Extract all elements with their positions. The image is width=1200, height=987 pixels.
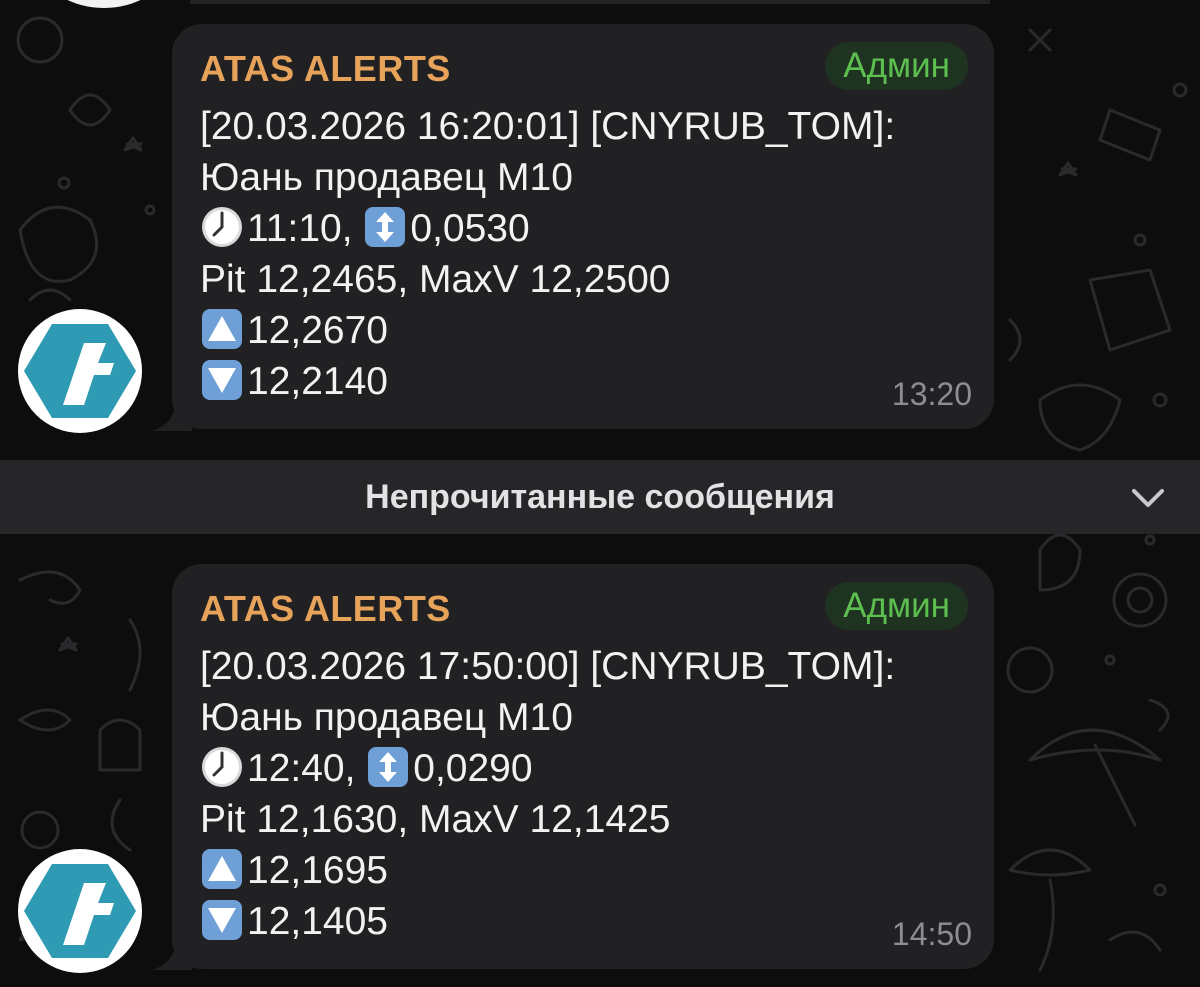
message-line-5: 12,1695 [200,846,388,896]
unread-label: Непрочитанные сообщения [365,478,835,516]
admin-badge: Админ [825,582,968,630]
message-bubble[interactable]: ATAS ALERTS Админ [20.03.2026 17:50:00] … [172,564,994,969]
clock-time: 12:40, [247,747,356,790]
message-line-1: [20.03.2026 17:50:00] [CNYRUB_TOM]: [200,645,896,688]
down-value: 12,2140 [247,360,388,403]
atas-logo-icon [24,324,136,418]
message-line-2: Юань продавец M10 [200,696,573,739]
sender-name[interactable]: ATAS ALERTS [200,48,451,90]
message-line-4: Pit 12,1630, MaxV 12,1425 [200,798,671,841]
message-line-3: 11:10, 0,0530 [200,204,530,254]
message-line-2: Юань продавец M10 [200,156,573,199]
range-value: 0,0290 [413,747,533,790]
message-line-4: Pit 12,2465, MaxV 12,2500 [200,258,671,301]
message-line-3: 12:40, 0,0290 [200,744,533,794]
clock-emoji-icon [200,745,244,789]
message-time: 14:50 [891,916,972,952]
chevron-down-icon[interactable] [1130,486,1166,510]
up-down-arrow-emoji-icon [363,205,407,249]
message-line-6: 12,1405 [200,897,388,947]
admin-badge: Админ [825,42,968,90]
clock-time: 11:10, [247,207,353,250]
previous-bubble-edge [190,0,990,4]
down-triangle-emoji-icon [200,898,244,942]
message-bubble[interactable]: ATAS ALERTS Админ [20.03.2026 16:20:01] … [172,24,994,429]
up-triangle-emoji-icon [200,847,244,891]
message-line-1: [20.03.2026 16:20:01] [CNYRUB_TOM]: [200,105,896,148]
sender-name[interactable]: ATAS ALERTS [200,588,451,630]
down-value: 12,1405 [247,900,388,943]
up-triangle-emoji-icon [200,307,244,351]
up-down-arrow-emoji-icon [366,745,410,789]
unread-divider: Непрочитанные сообщения [0,460,1200,534]
atas-logo-icon [24,864,136,958]
sender-avatar[interactable] [18,849,142,973]
message-time: 13:20 [891,376,972,412]
sender-avatar[interactable] [18,309,142,433]
clock-emoji-icon [200,205,244,249]
range-value: 0,0530 [410,207,530,250]
down-triangle-emoji-icon [200,358,244,402]
message-line-6: 12,2140 [200,357,388,407]
up-value: 12,1695 [247,849,388,892]
up-value: 12,2670 [247,309,388,352]
message-line-5: 12,2670 [200,306,388,356]
